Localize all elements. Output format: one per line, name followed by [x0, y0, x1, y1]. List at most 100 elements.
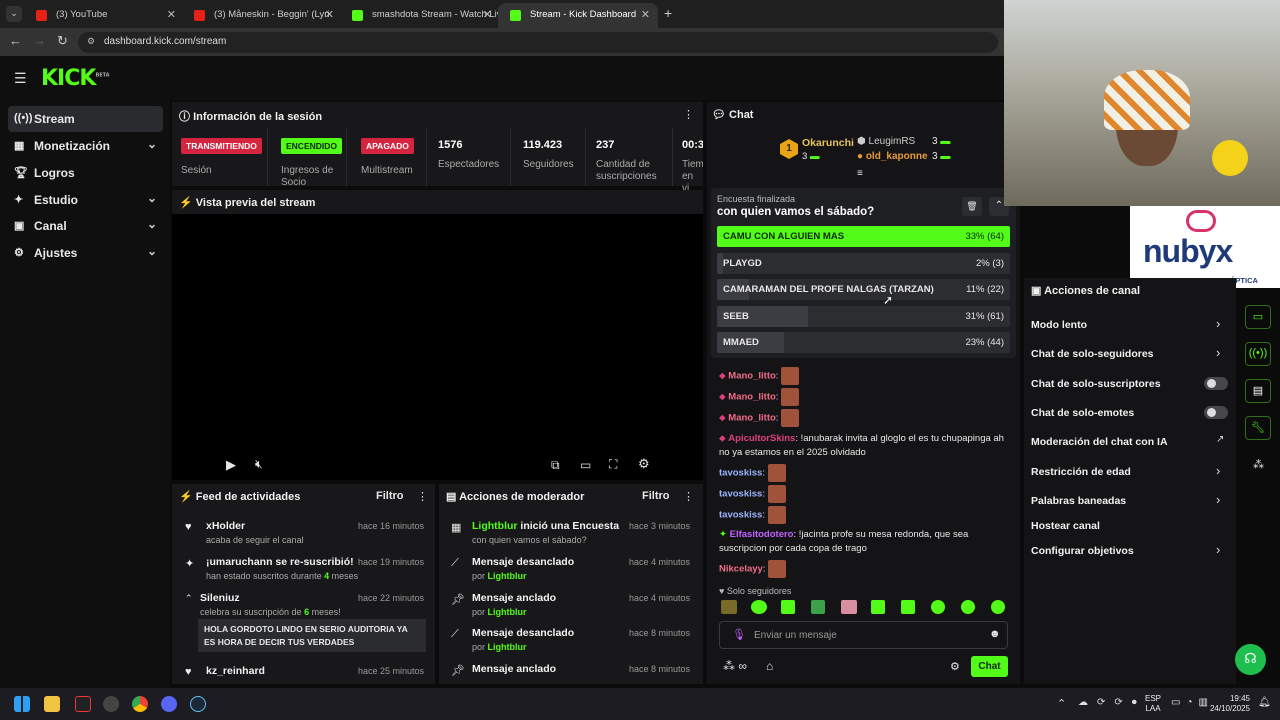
channel-action-slow-mode[interactable]: Modo lento — [1031, 319, 1087, 331]
mod-action-sub: con quien vamos el sábado? — [472, 535, 587, 545]
sidebar-item-ajustes[interactable]: ⚙ Ajustes ⌄ — [8, 240, 163, 266]
sidebar-item-canal[interactable]: ▣ Canal ⌄ — [8, 213, 163, 239]
emoji-icon[interactable]: ☻ — [989, 628, 1001, 640]
send-chat-button[interactable]: Chat — [971, 656, 1008, 677]
emote[interactable] — [991, 600, 1005, 614]
mic-icon[interactable]: 🎙︎ — [732, 628, 746, 641]
more-options-icon[interactable]: ⋮ — [683, 108, 694, 121]
channel-action-ai-moderation[interactable]: Moderación del chat con IA — [1031, 436, 1168, 448]
forward-icon[interactable]: → — [33, 33, 46, 48]
file-explorer-icon[interactable] — [44, 696, 60, 712]
notification-icon[interactable]: 🔔︎ — [1258, 697, 1271, 708]
tray-overflow-icon[interactable]: ⌃ — [1057, 697, 1066, 710]
kick-logo[interactable]: KICKBETA — [41, 66, 110, 91]
mod-action-sub: por Lightblur — [472, 571, 527, 581]
chevron-right-icon[interactable]: › — [1216, 316, 1220, 331]
emote[interactable] — [931, 600, 945, 614]
channel-action-followers-only[interactable]: Chat de solo-seguidores — [1031, 348, 1154, 360]
reload-icon[interactable]: ↻ — [57, 33, 68, 49]
channel-action-goals[interactable]: Configurar objetivos — [1031, 545, 1134, 557]
windows-start-icon[interactable] — [14, 696, 30, 712]
emote[interactable] — [841, 600, 857, 614]
more-options-icon[interactable]: ⋮ — [683, 490, 694, 503]
close-icon[interactable]: ✕ — [641, 8, 650, 21]
external-link-icon[interactable]: ↗ — [1216, 434, 1224, 445]
rail-chat-button[interactable]: ▭ — [1245, 305, 1271, 329]
person-hat — [1104, 70, 1190, 130]
expand-leaderboard-icon[interactable]: ≡ — [857, 168, 863, 179]
stat-value: 119.423 — [523, 139, 563, 151]
mod-filter-button[interactable]: Filtro — [642, 490, 670, 502]
play-icon[interactable]: ▶ — [226, 457, 236, 473]
emote[interactable] — [721, 600, 737, 614]
kick-app-icon[interactable] — [75, 696, 91, 712]
channel-action-age-restriction[interactable]: Restricción de edad — [1031, 466, 1131, 478]
language-indicator[interactable]: ESP LAA — [1145, 694, 1161, 714]
chat-input[interactable]: 🎙︎ Enviar un mensaje ☻ — [719, 621, 1008, 649]
more-options-icon[interactable]: ⋮ — [417, 490, 428, 503]
emote[interactable] — [901, 600, 915, 614]
site-info-icon[interactable]: ⚙ — [87, 36, 95, 47]
feed-filter-button[interactable]: Filtro — [376, 490, 404, 502]
sidebar-item-logros[interactable]: 🏆︎ Logros — [8, 160, 163, 186]
leaderboard-user[interactable]: ⬢ LeugimRS — [857, 136, 915, 147]
mute-icon[interactable]: 🔇︎ — [255, 457, 263, 472]
leaderboard-user[interactable]: ● old_kaponne — [857, 151, 928, 162]
status-label: Sesión — [181, 165, 212, 176]
leaderboard-user[interactable]: Okarunchi — [802, 137, 854, 149]
close-icon[interactable]: ✕ — [483, 8, 492, 21]
chat-tools-icon[interactable]: ⁂ ∞ — [723, 659, 747, 673]
chrome-icon[interactable] — [132, 696, 148, 712]
chevron-right-icon[interactable]: › — [1216, 463, 1220, 478]
tab-smashdota[interactable]: smashdota Stream - Watch Live ✕ — [340, 3, 500, 28]
settings-icon[interactable]: ⚙ — [638, 456, 650, 472]
gear-icon: ⚙ — [14, 247, 24, 259]
emote[interactable] — [781, 600, 795, 614]
sidebar-item-stream[interactable]: ((•)) Stream — [8, 106, 163, 132]
sidebar-item-estudio[interactable]: ✦ Estudio ⌄ — [8, 187, 163, 213]
emote[interactable] — [871, 600, 885, 614]
chevron-right-icon[interactable]: › — [1216, 542, 1220, 557]
emote[interactable] — [961, 600, 975, 614]
url-input[interactable]: ⚙ dashboard.kick.com/stream — [78, 32, 998, 53]
rail-broadcast-button[interactable]: ((•)) — [1245, 342, 1271, 366]
leaderboard-count: 3 ▬ — [802, 151, 820, 162]
emotes-only-toggle[interactable] — [1204, 406, 1228, 419]
subscribers-only-toggle[interactable] — [1204, 377, 1228, 390]
channel-action-banned-words[interactable]: Palabras baneadas — [1031, 495, 1126, 507]
rail-layout-button[interactable]: ▤ — [1245, 379, 1271, 403]
chevron-right-icon[interactable]: › — [1216, 492, 1220, 507]
steam-icon[interactable] — [190, 696, 206, 712]
obs-icon[interactable] — [103, 696, 119, 712]
channel-action-host[interactable]: Hostear canal — [1031, 520, 1100, 532]
rail-more-icon[interactable]: ⁂ — [1253, 458, 1264, 471]
tab-list-dropdown-icon[interactable]: ⌄ — [6, 6, 22, 22]
fullscreen-icon[interactable]: ⛶ — [609, 457, 617, 472]
heart-icon: ♥ — [185, 521, 192, 533]
sidebar-item-monetizacion[interactable]: ▦ Monetización ⌄ — [8, 133, 163, 159]
back-icon[interactable]: ← — [9, 33, 22, 48]
badge-icon: ✦ — [719, 529, 727, 540]
store-icon[interactable]: ⌂ — [766, 659, 773, 673]
emote[interactable] — [811, 600, 825, 614]
rail-tools-button[interactable]: 🔧︎ — [1245, 416, 1271, 440]
unpin-icon: ⟋ — [451, 557, 459, 569]
tab-kick-dashboard[interactable]: Stream - Kick Dashboard ✕ — [498, 3, 658, 28]
feed-item: ✦ ¡umaruchann se re-suscribió! han estad… — [174, 556, 434, 582]
kick-header — [0, 56, 1004, 100]
delete-poll-button[interactable]: 🗑︎ — [962, 197, 982, 216]
theater-icon[interactable]: ▭ — [580, 458, 591, 472]
emote[interactable] — [751, 600, 767, 614]
tab-maneskin[interactable]: (3) Måneskin - Beggin' (Lyri ✕ — [182, 3, 342, 28]
menu-icon[interactable]: ☰ — [14, 70, 27, 87]
new-tab-button[interactable]: + — [664, 5, 672, 21]
clock[interactable]: 19:45 24/10/2025 — [1208, 694, 1250, 714]
close-icon[interactable]: ✕ — [167, 8, 176, 21]
discord-icon[interactable] — [161, 696, 177, 712]
chevron-right-icon[interactable]: › — [1216, 345, 1220, 360]
chat-settings-icon[interactable]: ⚙ — [950, 660, 960, 673]
pip-icon[interactable]: ⧉ — [551, 458, 560, 473]
close-icon[interactable]: ✕ — [325, 8, 334, 21]
tab-youtube[interactable]: (3) YouTube ✕ — [24, 3, 184, 28]
support-button[interactable]: ☊ — [1235, 644, 1266, 675]
